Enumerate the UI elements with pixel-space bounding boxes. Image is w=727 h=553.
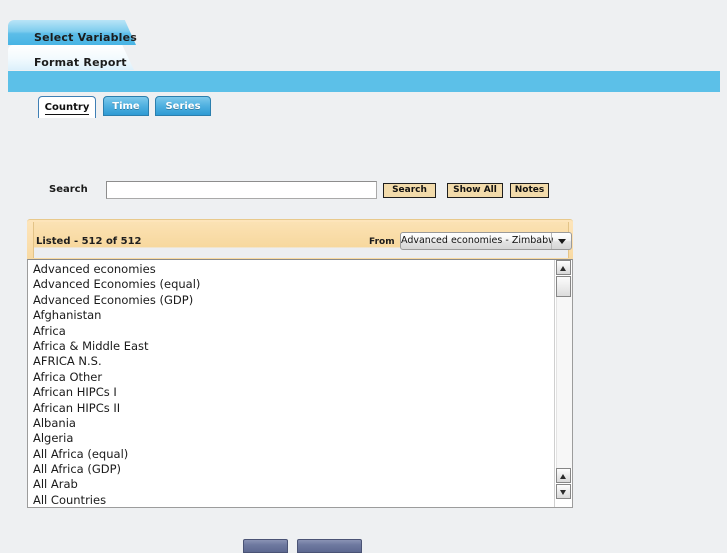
list-item[interactable]: Africa Other [28, 370, 552, 385]
list-scrollbar-thumb[interactable] [556, 276, 571, 297]
search-input[interactable] [106, 181, 377, 199]
header-blue-band [8, 71, 720, 92]
scroll-down-icon[interactable] [556, 484, 571, 499]
tab-time-label: Time [112, 101, 140, 112]
list-item[interactable]: AFRICA N.S. [28, 354, 552, 369]
list-item[interactable]: Africa & Middle East [28, 339, 552, 354]
list-item[interactable]: All Africa (equal) [28, 447, 552, 462]
list-scrollbar[interactable] [554, 260, 572, 507]
scroll-up-glyph [560, 474, 566, 479]
notes-button[interactable]: Notes [510, 183, 549, 198]
bottom-action-button-1[interactable] [243, 539, 288, 553]
list-item[interactable]: All Arab [28, 477, 552, 492]
page-tab-bar: Select Variables Format Report [0, 0, 727, 71]
scroll-up-glyph [560, 266, 566, 271]
chevron-down-glyph [558, 239, 566, 244]
tab-country-label: Country [44, 102, 90, 115]
scroll-up-icon[interactable] [556, 468, 571, 483]
show-all-button[interactable]: Show All [447, 183, 503, 198]
range-dropdown[interactable]: Advanced economies - Zimbabwe [400, 232, 572, 250]
from-label: From [369, 237, 395, 247]
list-item[interactable]: Algeria [28, 431, 552, 446]
country-list-box[interactable]: Advanced economies Advanced Economies (e… [27, 259, 573, 508]
list-item[interactable]: Afghanistan [28, 308, 552, 323]
listed-count-status: Listed - 512 of 512 [36, 236, 142, 247]
bottom-action-button-2[interactable] [297, 539, 362, 553]
search-label: Search [49, 184, 88, 195]
list-scrollbar-track[interactable] [556, 276, 572, 468]
scroll-up-icon[interactable] [556, 260, 571, 275]
list-item[interactable]: Advanced economies [28, 262, 552, 277]
page-tab-select-variables[interactable]: Select Variables [8, 20, 138, 45]
list-item[interactable]: African HIPCs II [28, 401, 552, 416]
search-row: Search Search Show All Notes [0, 180, 727, 202]
page-tab-format-report[interactable]: Format Report [8, 45, 134, 70]
tab-country[interactable]: Country [38, 96, 96, 118]
list-item[interactable]: All Africa (GDP) [28, 462, 552, 477]
list-item[interactable]: Advanced Economies (GDP) [28, 293, 552, 308]
list-item[interactable]: All Countries [28, 493, 552, 507]
list-item[interactable]: African HIPCs I [28, 385, 552, 400]
list-item[interactable]: Africa [28, 324, 552, 339]
range-dropdown-value: Advanced economies - Zimbabwe [401, 235, 553, 246]
list-item[interactable]: Advanced Economies (equal) [28, 277, 552, 292]
search-button[interactable]: Search [383, 183, 436, 198]
tab-series[interactable]: Series [155, 96, 211, 116]
chevron-down-icon[interactable] [551, 233, 571, 249]
scroll-down-glyph [560, 490, 566, 495]
tab-series-label: Series [165, 101, 201, 112]
page-tab-label: Format Report [34, 56, 127, 69]
page-tab-label: Select Variables [34, 31, 138, 44]
list-item[interactable]: Albania [28, 416, 552, 431]
country-list-items: Advanced economies Advanced Economies (e… [28, 262, 552, 507]
tab-time[interactable]: Time [103, 96, 149, 116]
